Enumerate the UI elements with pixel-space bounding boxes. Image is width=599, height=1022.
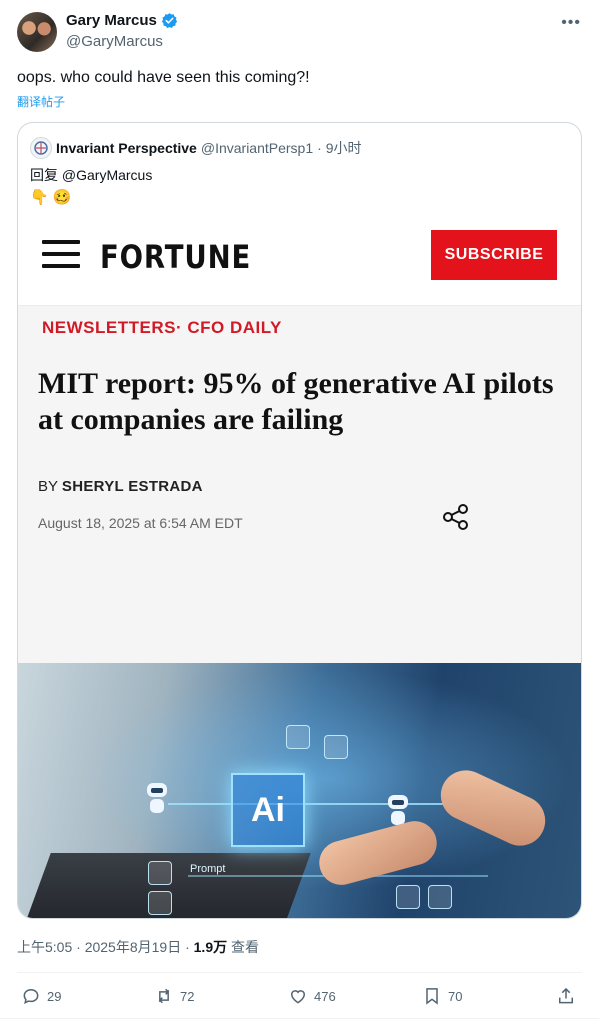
tweet-time[interactable]: 上午5:05 · 2025年8月19日 · — [17, 939, 190, 955]
hand-shape — [432, 762, 554, 854]
ai-hologram-label: Ai — [251, 790, 285, 829]
quoted-tweet-emojis: 👇 🥴 — [30, 188, 71, 206]
fortune-logo: FORTUNE — [100, 238, 252, 276]
article-screenshot[interactable]: FORTUNE SUBSCRIBE NEWSLETTERS· CFO DAILY… — [18, 211, 581, 918]
repost-icon — [158, 988, 170, 1004]
ai-hologram-box: Ai — [231, 773, 305, 847]
article-hero-image: Ai Prompt — [18, 663, 581, 918]
reply-handle[interactable]: @GaryMarcus — [62, 167, 152, 183]
hand-shape — [314, 816, 442, 890]
repost-count: 72 — [180, 988, 195, 1004]
share-upload-icon — [559, 987, 573, 1004]
document-icon — [396, 885, 420, 909]
prompt-label: Prompt — [190, 863, 226, 875]
views-label: 查看 — [231, 939, 259, 955]
perspective-logo-icon — [34, 141, 48, 155]
bookmark-button[interactable]: 70 — [422, 986, 462, 1006]
views-count: 1.9万 — [193, 939, 228, 955]
author-name-text[interactable]: Gary Marcus — [66, 12, 157, 29]
tweet-timestamp: 上午5:05 · 2025年8月19日 · 1.9万 查看 — [17, 937, 259, 957]
verified-badge-icon — [161, 13, 178, 29]
globe-icon — [148, 861, 172, 885]
article-headline: MIT report: 95% of generative AI pilots … — [38, 367, 554, 436]
quoted-author-avatar[interactable] — [30, 137, 52, 159]
quoted-tweet-time[interactable]: · 9小时 — [317, 138, 361, 158]
document-icon — [428, 885, 452, 909]
divider — [17, 972, 582, 973]
bookmark-icon — [426, 988, 438, 1005]
quoted-author-handle[interactable]: @InvariantPersp1 — [201, 140, 313, 156]
subscribe-button: SUBSCRIBE — [431, 230, 557, 280]
reply-icon — [23, 988, 39, 1005]
fortune-header: FORTUNE SUBSCRIBE — [18, 211, 581, 306]
more-options-icon[interactable]: ••• — [561, 14, 581, 32]
hamburger-menu-icon — [42, 240, 80, 268]
repost-button[interactable]: 72 — [154, 986, 194, 1006]
chip-icon — [286, 725, 310, 749]
tweet-text: oops. who could have seen this coming?! — [17, 69, 310, 86]
chip-icon — [324, 735, 348, 759]
author-avatar[interactable] — [17, 12, 57, 52]
share-button[interactable] — [556, 986, 576, 1006]
article-body: NEWSLETTERS· CFO DAILY MIT report: 95% o… — [18, 306, 581, 663]
quoted-author-name[interactable]: Invariant Perspective — [56, 140, 197, 156]
share-nodes-icon — [443, 504, 468, 530]
article-byline: BY SHERYL ESTRADA — [38, 478, 203, 495]
reply-context: 回复 @GaryMarcus — [30, 165, 152, 185]
quoted-tweet-card[interactable]: Invariant Perspective @InvariantPersp1 ·… — [17, 122, 582, 919]
robot-icon — [147, 783, 167, 813]
article-date: August 18, 2025 at 6:54 AM EDT — [38, 515, 243, 531]
bookmark-count: 70 — [448, 988, 463, 1004]
quoted-tweet-header: Invariant Perspective @InvariantPersp1 ·… — [30, 137, 361, 159]
reply-count: 29 — [47, 988, 62, 1004]
pointing-down-emoji: 👇 — [30, 189, 49, 206]
author-name[interactable]: Gary Marcus — [66, 12, 178, 29]
heart-icon — [290, 990, 306, 1004]
reply-prefix: 回复 — [30, 167, 58, 183]
bottom-divider — [0, 1018, 599, 1019]
byline-author: SHERYL ESTRADA — [61, 478, 203, 495]
byline-prefix: BY — [38, 478, 58, 495]
like-count: 476 — [314, 988, 336, 1004]
translate-link[interactable]: 翻译帖子 — [17, 93, 65, 110]
search-icon — [148, 891, 172, 915]
author-handle[interactable]: @GaryMarcus — [66, 33, 163, 50]
article-kicker: NEWSLETTERS· CFO DAILY — [42, 318, 282, 337]
like-button[interactable]: 476 — [288, 986, 336, 1006]
reply-button[interactable]: 29 — [21, 986, 61, 1006]
woozy-face-emoji: 🥴 — [52, 189, 72, 206]
action-bar: 29 72 476 70 — [17, 986, 582, 1008]
